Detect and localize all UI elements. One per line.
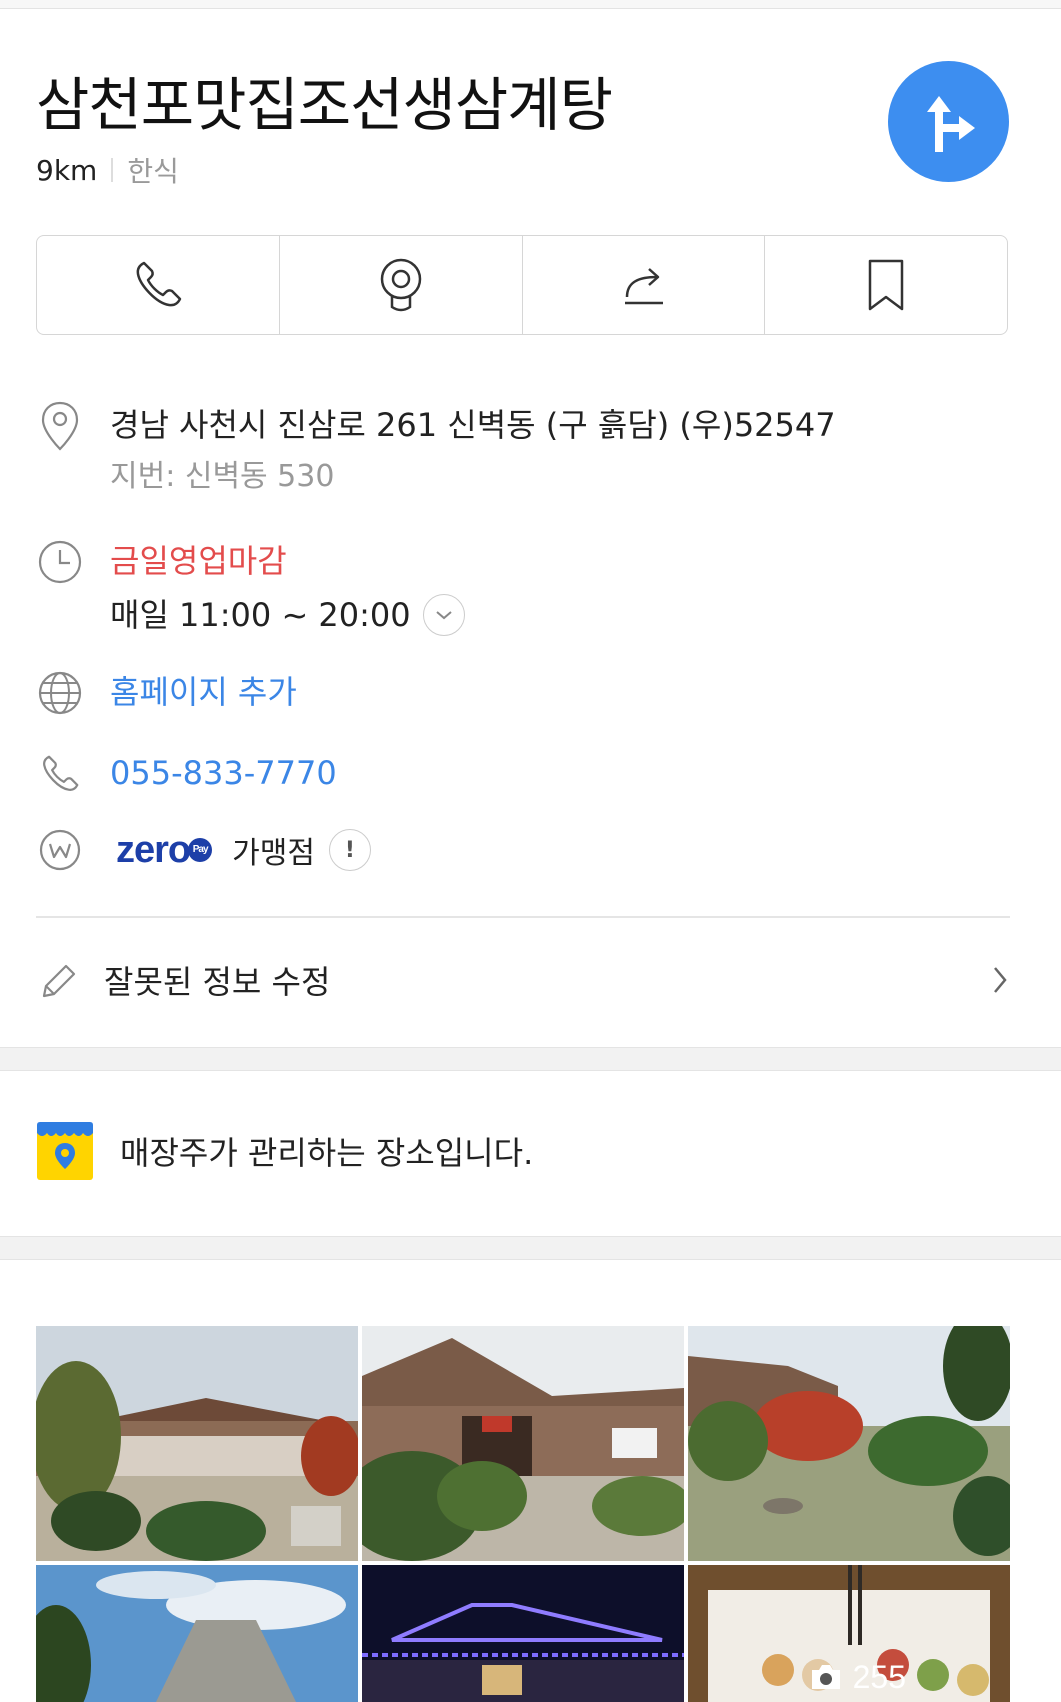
- edit-info-row[interactable]: 잘못된 정보 수정: [36, 950, 1010, 1010]
- photo-thumbnail[interactable]: [362, 1326, 684, 1561]
- section-gap: [0, 1236, 1061, 1260]
- photo-thumbnail[interactable]: [362, 1565, 684, 1702]
- section-divider: [36, 916, 1010, 918]
- zeropay-label: 가맹점: [232, 836, 315, 871]
- distance-label: 9km: [36, 153, 98, 187]
- hours-schedule: 매일 11:00 ~ 20:00: [110, 596, 411, 634]
- road-address: 경남 사천시 진삼로 261 신벽동 (구 흙담) (우)52547: [110, 406, 836, 444]
- store-owner-icon: [37, 1122, 93, 1180]
- bookmark-icon: [868, 259, 904, 311]
- zeropay-logo: zero Pay: [116, 828, 213, 872]
- place-meta: 9km 한식: [36, 150, 179, 190]
- photo-thumbnail[interactable]: [36, 1565, 358, 1702]
- photo-count-badge[interactable]: 255: [809, 1652, 906, 1702]
- hours-row: 금일영업마감 매일 11:00 ~ 20:00: [36, 538, 465, 638]
- photo-thumbnail[interactable]: [688, 1326, 1010, 1561]
- open-status: 금일영업마감: [110, 542, 287, 580]
- place-title: 삼천포맛집조선생삼계탕: [36, 71, 613, 139]
- globe-icon: [36, 669, 84, 717]
- phone-icon: [136, 261, 182, 307]
- zeropay-logo-text: zero: [116, 828, 191, 871]
- phone-row: 055-833-7770: [36, 750, 337, 798]
- add-homepage-link[interactable]: 홈페이지 추가: [110, 669, 297, 715]
- location-pin-icon: [36, 401, 84, 451]
- clock-icon: [36, 538, 84, 586]
- directions-icon: [926, 95, 975, 152]
- photo-count: 255: [852, 1658, 906, 1695]
- edit-info-label: 잘못된 정보 수정: [104, 963, 331, 1001]
- pencil-icon: [42, 964, 76, 998]
- streetview-icon: [380, 258, 421, 312]
- address-row: 경남 사천시 진삼로 261 신벽동 (구 흙담) (우)52547 지번: 신…: [36, 401, 836, 500]
- share-icon: [625, 268, 664, 305]
- section-gap: [0, 1047, 1061, 1071]
- top-divider: [0, 0, 1061, 9]
- homepage-row: 홈페이지 추가: [36, 669, 297, 717]
- phone-number-link[interactable]: 055-833-7770: [110, 750, 337, 796]
- directions-button[interactable]: [888, 61, 1009, 182]
- share-button[interactable]: [523, 236, 766, 334]
- meta-separator: [111, 158, 114, 182]
- call-button[interactable]: [37, 236, 280, 334]
- zeropay-pay-mark: Pay: [188, 838, 213, 862]
- jibun-address: 지번: 신벽동 530: [110, 459, 335, 494]
- zeropay-row: zero Pay 가맹점 !: [36, 826, 371, 874]
- photo-grid: 255: [36, 1326, 1010, 1702]
- action-bar: [36, 235, 1008, 335]
- zeropay-info-button[interactable]: !: [328, 829, 371, 871]
- camera-icon: [811, 1665, 840, 1689]
- category-label: 한식: [127, 155, 179, 188]
- streetview-button[interactable]: [280, 236, 523, 334]
- save-button[interactable]: [765, 236, 1007, 334]
- owner-managed-label: 매장주가 관리하는 장소입니다.: [120, 1134, 534, 1172]
- photo-thumbnail[interactable]: [36, 1326, 358, 1561]
- chevron-right-icon: [994, 967, 1007, 993]
- chevron-down-icon: [436, 611, 452, 620]
- wallet-w-icon: [36, 826, 84, 874]
- owner-managed-row: 매장주가 관리하는 장소입니다.: [36, 1121, 533, 1181]
- hours-expand-button[interactable]: [422, 594, 465, 636]
- phone-small-icon: [36, 750, 84, 798]
